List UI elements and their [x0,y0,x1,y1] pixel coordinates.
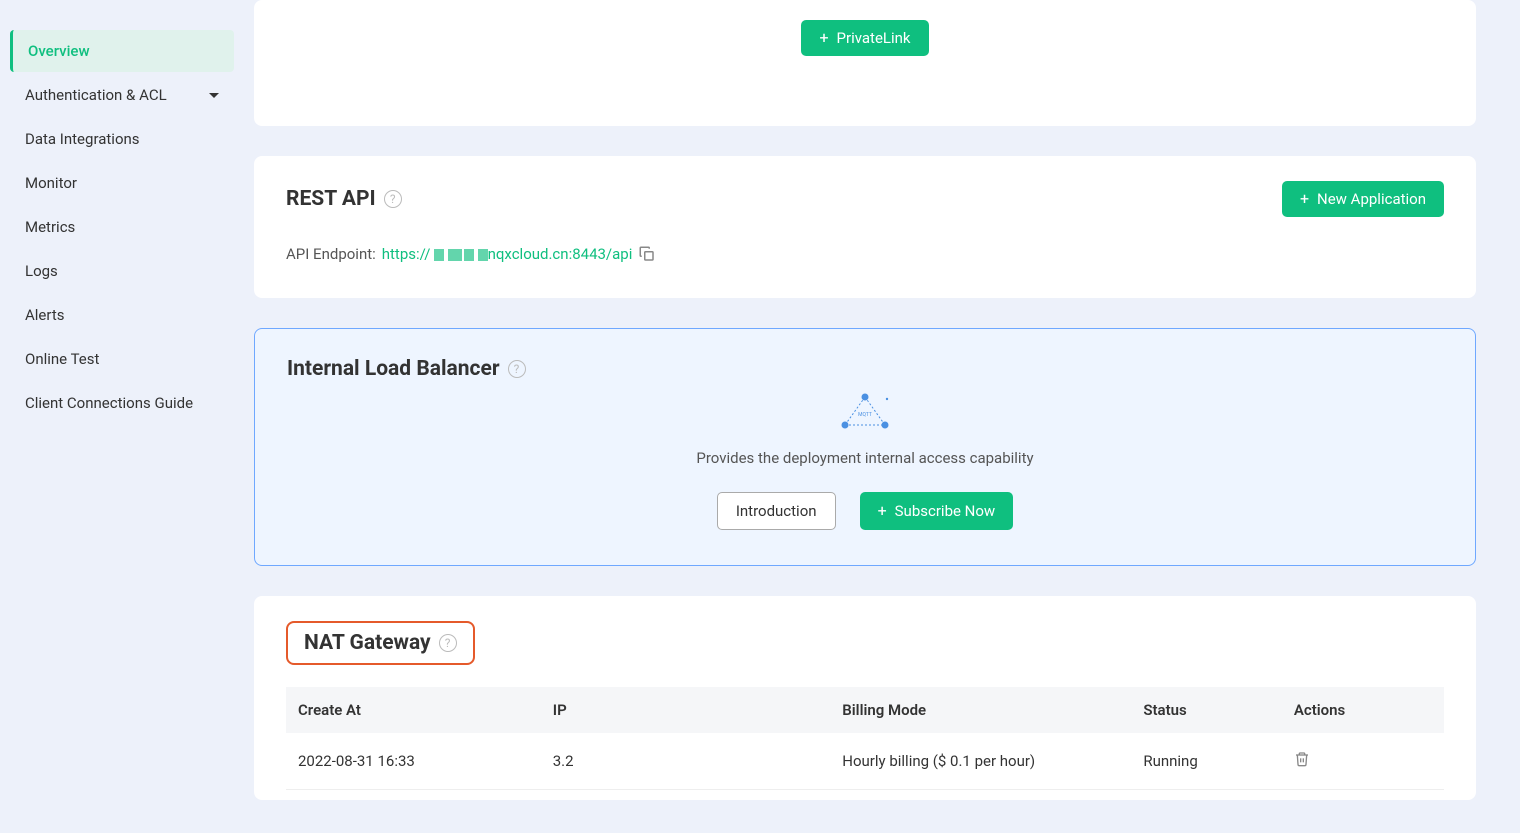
masked-segment [448,249,462,261]
endpoint-prefix: https:// [382,245,431,263]
network-icon: MQTT [835,391,895,431]
nat-gateway-card: NAT Gateway ? Create At IP Billing Mode … [254,596,1476,800]
main-content: + PrivateLink REST API ? + New Applicati… [254,0,1520,833]
col-status: Status [1131,687,1282,733]
cell-create-at: 2022-08-31 16:33 [286,733,541,790]
section-title-text: NAT Gateway [304,631,431,655]
button-label: PrivateLink [837,29,911,47]
sidebar-item-online-test[interactable]: Online Test [10,338,234,380]
copy-icon[interactable] [638,245,656,263]
new-application-button[interactable]: + New Application [1282,181,1444,217]
cell-actions [1282,733,1444,790]
table-header-row: Create At IP Billing Mode Status Actions [286,687,1444,733]
nat-title-wrapper: NAT Gateway ? [286,621,1444,665]
endpoint-suffix: nqxcloud.cn:8443/api [488,245,633,263]
plus-icon: + [878,503,887,519]
sidebar-item-label: Alerts [25,306,65,324]
sidebar-item-label: Online Test [25,350,99,368]
button-label: Introduction [736,502,817,520]
sidebar-item-label: Monitor [25,174,77,192]
col-actions: Actions [1282,687,1444,733]
plus-icon: + [819,30,828,46]
sidebar-item-authentication[interactable]: Authentication & ACL [10,74,234,116]
sidebar-item-label: Logs [25,262,58,280]
plus-icon: + [1300,191,1309,207]
button-label: New Application [1317,190,1426,208]
col-billing-mode: Billing Mode [830,687,1131,733]
api-endpoint-label: API Endpoint: [286,245,376,263]
rest-api-title-row: REST API ? [286,187,402,211]
privatelink-card: + PrivateLink [254,0,1476,126]
masked-segment [434,249,444,261]
api-endpoint-value: https:// nqxcloud.cn:8443/api [382,245,633,263]
svg-text:MQTT: MQTT [858,412,872,418]
help-icon[interactable]: ? [439,634,457,652]
rest-api-header: REST API ? + New Application [286,181,1444,227]
sidebar-item-label: Metrics [25,218,75,236]
sidebar-item-monitor[interactable]: Monitor [10,162,234,204]
ilb-description: Provides the deployment internal access … [287,449,1443,467]
sidebar-item-metrics[interactable]: Metrics [10,206,234,248]
sidebar-item-label: Overview [28,42,90,60]
cell-status: Running [1131,733,1282,790]
chevron-down-icon [209,93,219,98]
internal-load-balancer-card: Internal Load Balancer ? MQTT Provides t… [254,328,1476,566]
sidebar-item-data-integrations[interactable]: Data Integrations [10,118,234,160]
subscribe-now-button[interactable]: + Subscribe Now [860,492,1014,530]
sidebar: Overview Authentication & ACL Data Integ… [0,0,254,833]
sidebar-item-client-connections[interactable]: Client Connections Guide [10,382,234,424]
sidebar-item-label: Client Connections Guide [25,394,193,412]
col-ip: IP [541,687,831,733]
sidebar-item-label: Data Integrations [25,130,140,148]
sidebar-item-overview[interactable]: Overview [10,30,234,72]
col-create-at: Create At [286,687,541,733]
ilb-buttons: Introduction + Subscribe Now [287,492,1443,530]
sidebar-item-alerts[interactable]: Alerts [10,294,234,336]
api-endpoint-row: API Endpoint: https:// nqxcloud.cn:8443/… [286,245,1444,263]
nat-table: Create At IP Billing Mode Status Actions… [286,687,1444,790]
ilb-title-row: Internal Load Balancer ? [287,357,1443,381]
cell-billing-mode: Hourly billing ($ 0.1 per hour) [830,733,1131,790]
help-icon[interactable]: ? [384,190,402,208]
delete-icon[interactable] [1294,751,1310,767]
rest-api-card: REST API ? + New Application API Endpoin… [254,156,1476,298]
ilb-body: MQTT Provides the deployment internal ac… [287,391,1443,530]
masked-segment [478,249,488,261]
help-icon[interactable]: ? [508,360,526,378]
masked-segment [464,249,474,261]
table-row: 2022-08-31 16:33 3.2 Hourly billing ($ 0… [286,733,1444,790]
section-title-text: Internal Load Balancer [287,357,500,381]
sidebar-item-logs[interactable]: Logs [10,250,234,292]
section-title-text: REST API [286,187,376,211]
button-label: Subscribe Now [895,502,996,520]
cell-ip: 3.2 [541,733,831,790]
introduction-button[interactable]: Introduction [717,492,836,530]
sidebar-item-label: Authentication & ACL [25,86,167,104]
nat-title-highlight: NAT Gateway ? [286,621,475,665]
privatelink-button[interactable]: + PrivateLink [801,20,928,56]
